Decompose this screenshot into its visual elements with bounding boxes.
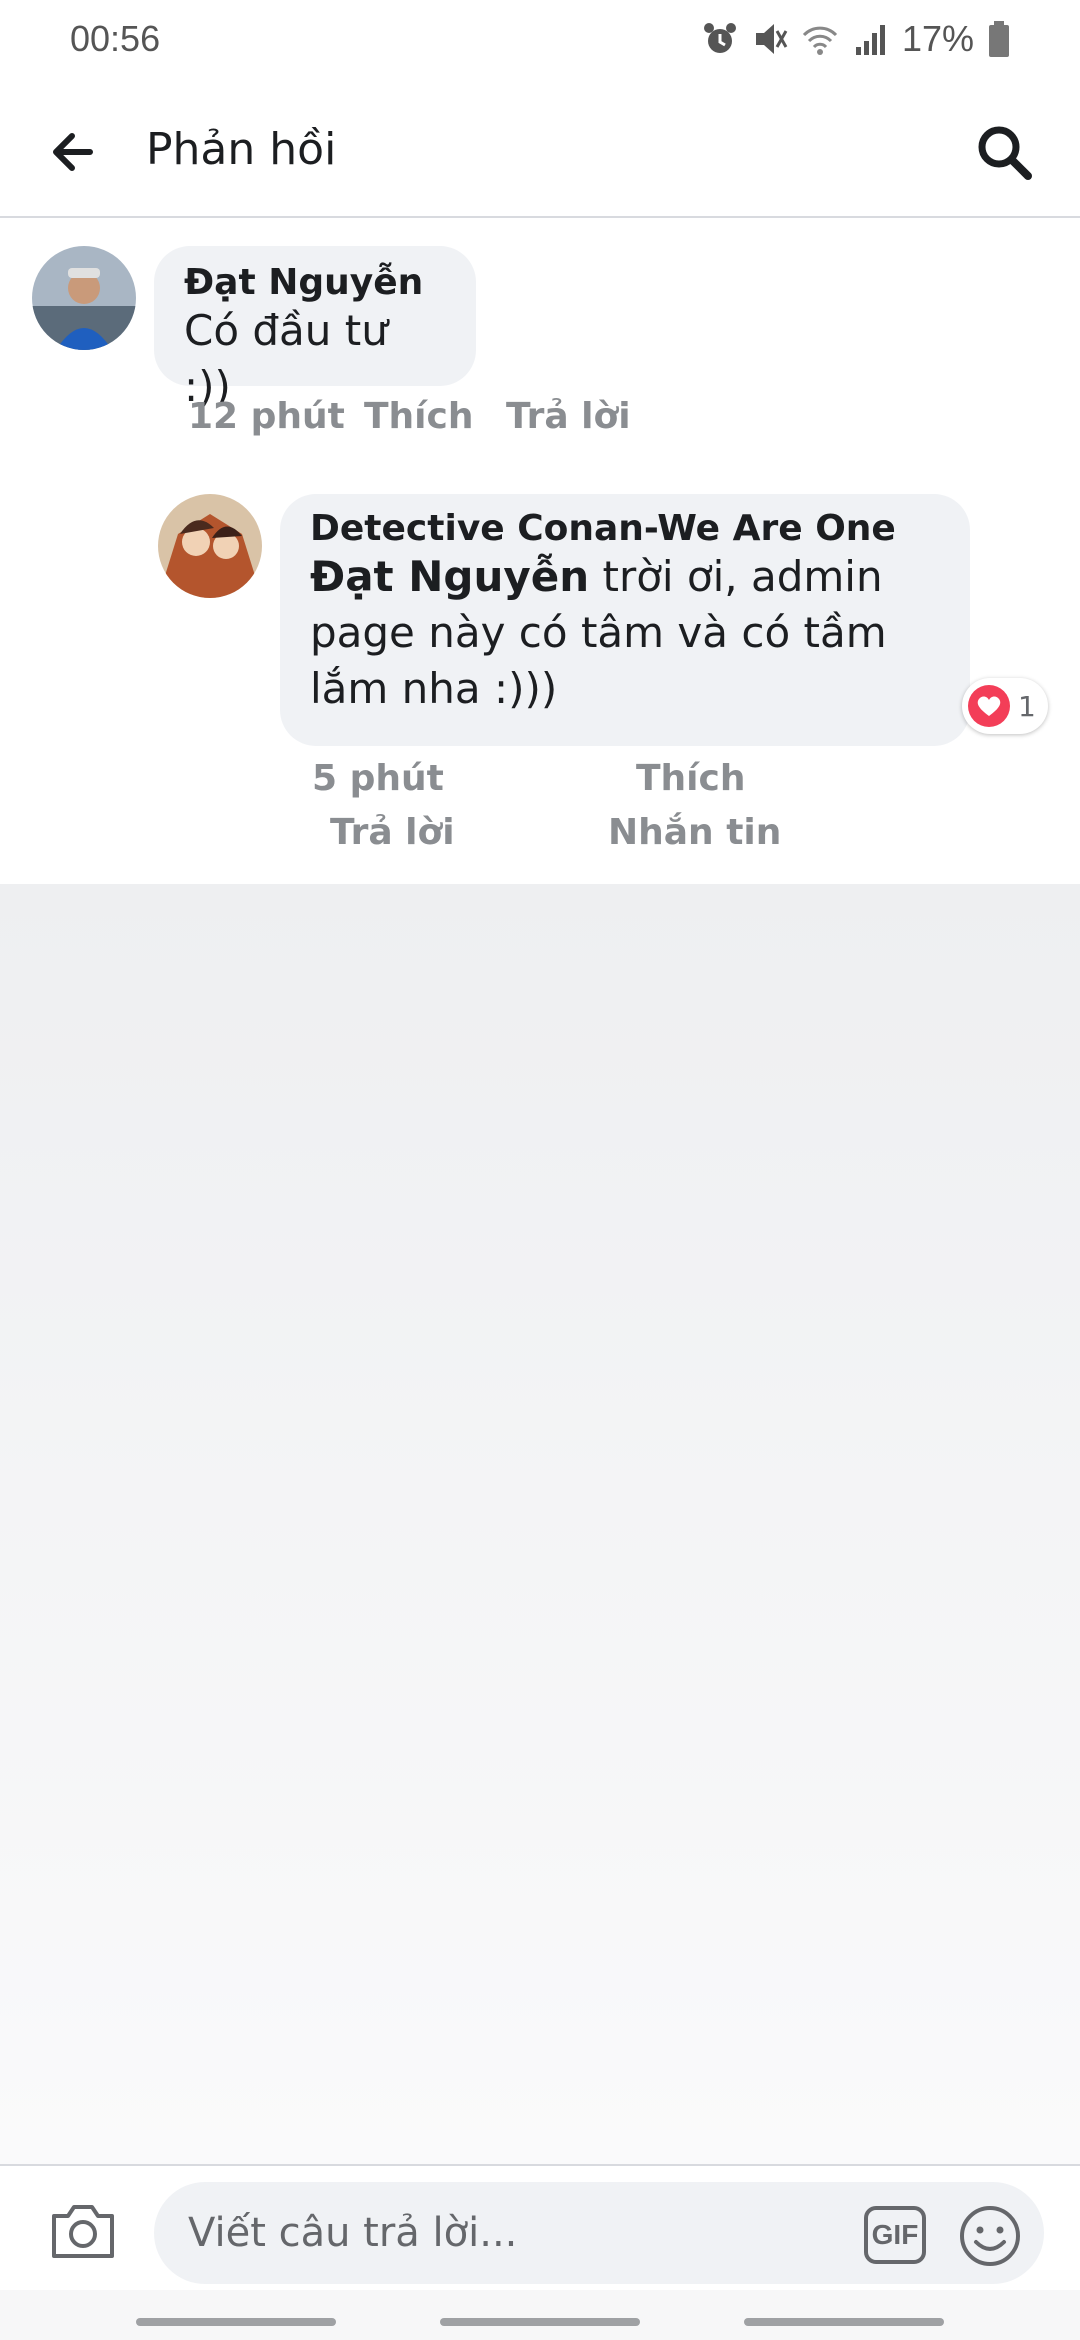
app-bar: Phản hồi <box>0 84 1080 218</box>
avatar[interactable] <box>158 494 262 598</box>
reply-button[interactable]: Trả lời <box>506 396 631 437</box>
battery-level: 17% <box>901 18 974 59</box>
nav-recents-handle[interactable] <box>136 2318 336 2326</box>
user-avatar-image <box>32 246 136 350</box>
reaction-badge[interactable]: 1 <box>962 678 1048 734</box>
status-bar: 00:56 17% <box>0 0 1080 84</box>
comment-time: 5 phút <box>312 758 444 799</box>
search-icon[interactable] <box>974 122 1034 182</box>
mention-link[interactable]: Đạt Nguyễn <box>310 552 589 601</box>
comment-bubble: Detective Conan-We Are One Đạt Nguyễn tr… <box>280 494 970 746</box>
emoji-icon[interactable] <box>958 2204 1022 2268</box>
wifi-icon <box>802 26 838 55</box>
signal-icon <box>855 25 885 55</box>
comment-text: Đạt Nguyễn trời ơi, admin page này có tâ… <box>310 549 940 717</box>
empty-area <box>0 884 1080 2164</box>
reply-composer: GIF <box>0 2164 1080 2290</box>
status-icons: 17% <box>702 18 1010 60</box>
battery-icon <box>989 21 1009 57</box>
page-avatar-image <box>158 494 262 598</box>
camera-icon[interactable] <box>48 2200 118 2262</box>
mute-icon <box>755 24 788 54</box>
gif-button[interactable]: GIF <box>864 2206 926 2264</box>
arrow-left-icon[interactable] <box>46 124 102 180</box>
system-nav-bar <box>0 2290 1080 2340</box>
alarm-icon <box>703 23 736 53</box>
comments-thread: Đạt Nguyễn Có đầu tư :)) 12 phút Thích T… <box>0 220 1080 884</box>
page-title: Phản hồi <box>146 124 337 175</box>
comment-time: 12 phút <box>188 396 345 437</box>
nav-back-handle[interactable] <box>744 2318 944 2326</box>
reaction-count: 1 <box>1018 689 1036 723</box>
comment-bubble: Đạt Nguyễn Có đầu tư :)) <box>154 246 476 411</box>
like-button[interactable]: Thích <box>636 758 746 799</box>
heart-icon <box>968 685 1010 727</box>
like-button[interactable]: Thích <box>364 396 474 437</box>
comment-author[interactable]: Detective Conan-We Are One <box>310 508 940 549</box>
message-button[interactable]: Nhắn tin <box>608 812 781 853</box>
nav-home-handle[interactable] <box>440 2318 640 2326</box>
avatar[interactable] <box>32 246 136 350</box>
status-time: 00:56 <box>70 18 161 59</box>
comment-author[interactable]: Đạt Nguyễn <box>184 262 446 303</box>
reply-button[interactable]: Trả lời <box>330 812 455 853</box>
